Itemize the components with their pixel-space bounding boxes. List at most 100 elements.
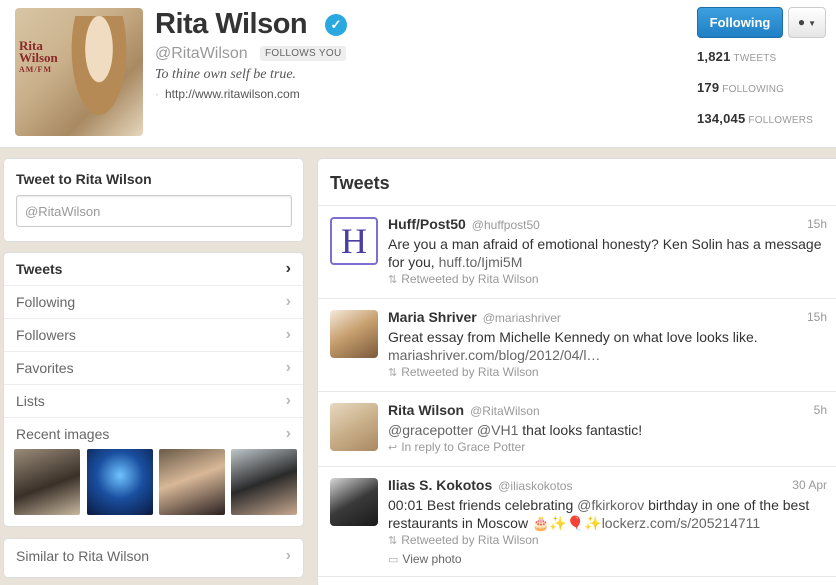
- tweet-meta[interactable]: ⇅ Retweeted by Rita Wilson: [388, 533, 539, 547]
- tweet-author[interactable]: Maria Shriver @mariashriver: [388, 309, 561, 325]
- retweet-icon: ⇅: [388, 535, 398, 547]
- tweet-timestamp[interactable]: 15h: [807, 217, 827, 231]
- tweet-author-handle: @RitaWilson: [470, 404, 540, 418]
- following-stat-label: FOLLOWING: [722, 84, 785, 95]
- tweets-stat-label: TWEETS: [733, 53, 777, 64]
- caret-down-icon: ▼: [808, 19, 817, 28]
- profile-header: Rita Wilson AM/FM Rita Wilson ✓ @RitaWil…: [0, 0, 836, 148]
- chevron-right-icon: ›: [285, 260, 291, 277]
- tweet-author-handle: @huffpost50: [471, 218, 540, 232]
- website-link[interactable]: http://www.ritawilson.com: [165, 87, 300, 101]
- tweet-author-name: Maria Shriver: [388, 309, 477, 325]
- view-photo-link[interactable]: ▭ View photo: [388, 552, 462, 566]
- follows-you-badge: FOLLOWS YOU: [260, 46, 347, 61]
- tweet-avatar[interactable]: [330, 478, 378, 526]
- similar-to-box[interactable]: Similar to Rita Wilson ›: [3, 538, 304, 578]
- tweets-stat[interactable]: 1,821 TWEETS: [697, 49, 776, 64]
- recent-image-thumb[interactable]: [87, 449, 153, 515]
- followers-stat[interactable]: 134,045 FOLLOWERS: [697, 111, 813, 126]
- retweeted-by: Retweeted by Rita Wilson: [401, 533, 539, 547]
- tweet-item[interactable]: Maria Shriver @mariashriver 15h Great ess…: [318, 299, 836, 392]
- photo-icon: ▭: [388, 554, 399, 566]
- tweet-text: 00:01 Best friends celebrating @fkirkoro…: [388, 496, 828, 532]
- profile-website[interactable]: · http://www.ritawilson.com: [155, 87, 300, 101]
- tweet-timestamp[interactable]: 30 Apr: [792, 478, 827, 492]
- chevron-right-icon: ›: [285, 293, 291, 310]
- tweet-timestamp[interactable]: 15h: [807, 310, 827, 324]
- tweets-timeline: Tweets H Huff/Post50 @huffpost50 15h Are …: [317, 158, 836, 585]
- tweet-avatar[interactable]: H: [330, 217, 378, 265]
- nav-item-lists[interactable]: Lists ›: [4, 385, 303, 418]
- tweets-count: 1,821: [697, 49, 731, 64]
- profile-avatar[interactable]: Rita Wilson AM/FM: [15, 8, 143, 136]
- tweet-link[interactable]: mariashriver.com/blog/2012/04/l…: [388, 347, 600, 363]
- chevron-right-icon: ›: [285, 425, 291, 442]
- tweet-avatar[interactable]: [330, 403, 378, 451]
- nav-item-tweets[interactable]: Tweets ›: [4, 253, 303, 286]
- avatar-logo: Rita Wilson AM/FM: [19, 39, 58, 76]
- tweet-author-handle: @mariashriver: [482, 311, 561, 325]
- avatar-photo: [67, 16, 131, 126]
- chevron-right-icon: ›: [285, 392, 291, 409]
- verified-badge-icon: ✓: [325, 14, 347, 36]
- user-actions-button[interactable]: ● ▼: [788, 7, 826, 38]
- tweet-link[interactable]: huff.to/Ijmi5M: [439, 254, 523, 270]
- tweet-body: that looks fantastic!: [522, 422, 643, 438]
- tweet-meta[interactable]: ⇅ Retweeted by Rita Wilson: [388, 365, 539, 379]
- tweet-item[interactable]: H Huff/Post50 @huffpost50 15h Are you a m…: [318, 206, 836, 299]
- view-photo-label: View photo: [402, 552, 462, 566]
- nav-item-recent-images[interactable]: Recent images ›: [4, 418, 303, 451]
- nav-item-label: Favorites: [16, 360, 74, 376]
- retweeted-by: Retweeted by Rita Wilson: [401, 365, 539, 379]
- following-stat[interactable]: 179 FOLLOWING: [697, 80, 784, 95]
- tweet-to-input[interactable]: @RitaWilson: [16, 195, 292, 227]
- tweet-item[interactable]: Ilias S. Kokotos @iliaskokotos 30 Apr 00:…: [318, 467, 836, 577]
- tweet-emoji: 🎂✨🎈✨: [531, 515, 602, 531]
- tweet-text: Great essay from Michelle Kennedy on wha…: [388, 328, 828, 364]
- tweet-to-title: Tweet to Rita Wilson: [16, 171, 152, 187]
- nav-item-followers[interactable]: Followers ›: [4, 319, 303, 352]
- chevron-right-icon: ›: [285, 359, 291, 376]
- tweet-author-name: Rita Wilson: [388, 402, 465, 418]
- tweet-link[interactable]: lockerz.com/s/205214711: [602, 515, 761, 531]
- nav-item-favorites[interactable]: Favorites ›: [4, 352, 303, 385]
- tweet-body: 00:01 Best friends celebrating: [388, 497, 574, 513]
- tweet-author[interactable]: Ilias S. Kokotos @iliaskokotos: [388, 477, 572, 493]
- recent-image-thumb[interactable]: [231, 449, 297, 515]
- following-button[interactable]: Following: [697, 7, 783, 38]
- tweet-author-name: Ilias S. Kokotos: [388, 477, 493, 493]
- recent-image-thumb[interactable]: [14, 449, 80, 515]
- tweet-text: @gracepotter @VH1 that looks fantastic!: [388, 421, 828, 439]
- avatar-logo-line2: Wilson: [19, 50, 58, 65]
- tweet-author[interactable]: Rita Wilson @RitaWilson: [388, 402, 540, 418]
- nav-item-label: Recent images: [16, 426, 110, 442]
- user-icon: ●: [797, 15, 806, 29]
- recent-image-thumb[interactable]: [159, 449, 225, 515]
- tweet-text: Are you a man afraid of emotional honest…: [388, 235, 828, 271]
- chevron-right-icon: ›: [285, 547, 291, 564]
- tweet-avatar[interactable]: [330, 310, 378, 358]
- tweet-meta[interactable]: ⇅ Retweeted by Rita Wilson: [388, 272, 539, 286]
- tweet-to-box: Tweet to Rita Wilson @RitaWilson: [3, 158, 304, 242]
- tweet-author-handle: @iliaskokotos: [498, 479, 573, 493]
- retweet-icon: ⇅: [388, 367, 398, 379]
- tweet-timestamp[interactable]: 5h: [814, 403, 827, 417]
- tweet-meta[interactable]: ↩ In reply to Grace Potter: [388, 440, 525, 454]
- followers-count: 134,045: [697, 111, 746, 126]
- profile-handle: @RitaWilson: [155, 45, 248, 62]
- timeline-title: Tweets: [330, 173, 390, 193]
- retweet-icon: ⇅: [388, 274, 398, 286]
- tweet-author-name: Huff/Post50: [388, 216, 466, 232]
- tweet-mentions[interactable]: @gracepotter @VH1: [388, 422, 518, 438]
- tweet-item[interactable]: Rita Wilson @RitaWilson 5h @gracepotter @…: [318, 392, 836, 467]
- link-bullet-icon: ·: [155, 87, 159, 101]
- reply-arrow-icon: ↩: [388, 442, 398, 454]
- tweet-body: Great essay from Michelle Kennedy on wha…: [388, 329, 758, 345]
- nav-item-label: Following: [16, 294, 76, 310]
- nav-item-label: Tweets: [16, 261, 63, 277]
- tweet-mention[interactable]: @fkirkorov: [577, 497, 644, 513]
- tweet-author[interactable]: Huff/Post50 @huffpost50: [388, 216, 540, 232]
- nav-item-label: Followers: [16, 327, 76, 343]
- nav-item-label: Lists: [16, 393, 45, 409]
- nav-item-following[interactable]: Following ›: [4, 286, 303, 319]
